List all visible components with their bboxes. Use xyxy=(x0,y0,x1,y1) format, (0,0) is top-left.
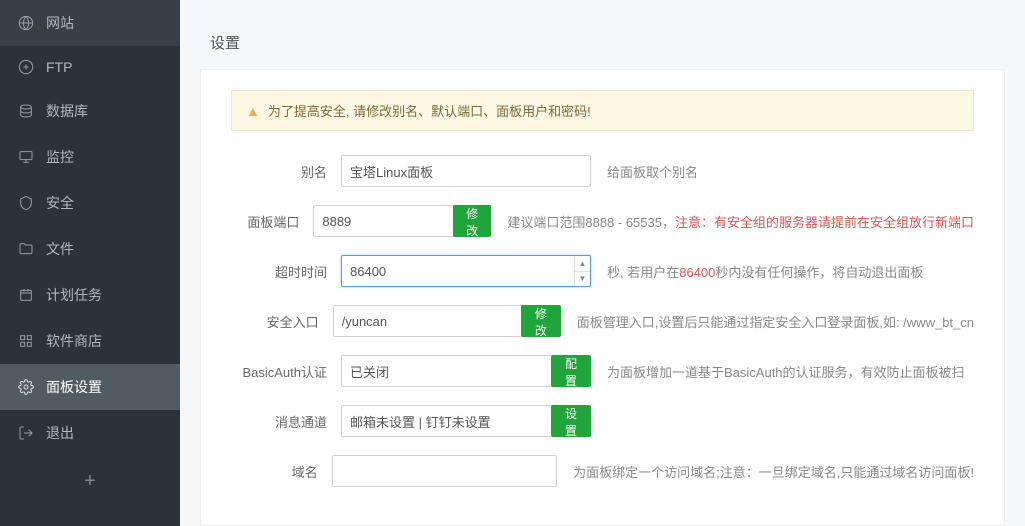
input-entry[interactable] xyxy=(333,305,523,337)
btn-entry-modify[interactable]: 修改 xyxy=(521,305,561,337)
input-basicauth[interactable] xyxy=(341,355,553,387)
sidebar-item-panel-settings[interactable]: 面板设置 xyxy=(0,364,180,410)
input-timeout[interactable] xyxy=(341,255,591,287)
row-timeout: 超时时间 ▲▼ 秒, 若用户在86400秒内没有任何操作，将自动退出面板 xyxy=(231,255,974,287)
alert-text: 为了提高安全, 请修改别名、默认端口、面板用户和密码! xyxy=(268,101,591,120)
warning-icon: ▲ xyxy=(246,103,260,119)
calendar-icon xyxy=(18,287,34,303)
sidebar-item-logout[interactable]: 退出 xyxy=(0,410,180,456)
input-msgchannel[interactable] xyxy=(341,405,553,437)
label-basicauth: BasicAuth认证 xyxy=(231,362,341,381)
folder-icon xyxy=(18,241,34,257)
label-port: 面板端口 xyxy=(231,212,313,231)
hint-entry: 面板管理入口,设置后只能通过指定安全入口登录面板,如: /www_bt_cn xyxy=(577,312,974,331)
row-basicauth: BasicAuth认证 配置 为面板增加一道基于BasicAuth的认证服务，有… xyxy=(231,355,974,387)
apps-icon xyxy=(18,333,34,349)
security-alert: ▲ 为了提高安全, 请修改别名、默认端口、面板用户和密码! xyxy=(231,90,974,131)
row-entry: 安全入口 修改 面板管理入口,设置后只能通过指定安全入口登录面板,如: /www… xyxy=(231,305,974,337)
label-domain: 域名 xyxy=(231,462,332,481)
hint-timeout: 秒, 若用户在86400秒内没有任何操作，将自动退出面板 xyxy=(607,262,923,281)
monitor-icon xyxy=(18,149,34,165)
sidebar-item-label: 文件 xyxy=(46,239,74,259)
btn-msgchannel-set[interactable]: 设置 xyxy=(551,405,591,437)
sidebar-item-files[interactable]: 文件 xyxy=(0,226,180,272)
sidebar: 网站 FTP 数据库 监控 安全 文件 计划任务 软件商店 xyxy=(0,0,180,526)
spinner-up-icon: ▲ xyxy=(575,256,590,272)
logout-icon xyxy=(18,425,34,441)
settings-box: ▲ 为了提高安全, 请修改别名、默认端口、面板用户和密码! 别名 给面板取个别名… xyxy=(200,69,1005,526)
ftp-icon xyxy=(18,59,34,75)
label-alias: 别名 xyxy=(231,162,341,181)
label-timeout: 超时时间 xyxy=(231,262,341,281)
top-toggles-row xyxy=(200,0,1005,14)
input-domain[interactable] xyxy=(332,455,558,487)
btn-port-modify[interactable]: 修改 xyxy=(453,205,492,237)
sidebar-item-cron[interactable]: 计划任务 xyxy=(0,272,180,318)
settings-icon xyxy=(18,379,34,395)
section-title: 设置 xyxy=(200,14,1005,69)
sidebar-item-label: FTP xyxy=(46,59,72,75)
input-alias[interactable] xyxy=(341,155,591,187)
row-port: 面板端口 修改 建议端口范围8888 - 65535，注意：有安全组的服务器请提… xyxy=(231,205,974,237)
hint-domain: 为面板绑定一个访问域名;注意：一旦绑定域名,只能通过域名访问面板! xyxy=(573,462,974,481)
row-domain: 域名 为面板绑定一个访问域名;注意：一旦绑定域名,只能通过域名访问面板! xyxy=(231,455,974,487)
sidebar-item-database[interactable]: 数据库 xyxy=(0,88,180,134)
input-port[interactable] xyxy=(313,205,454,237)
sidebar-item-label: 网站 xyxy=(46,13,74,33)
sidebar-item-label: 面板设置 xyxy=(46,377,102,397)
sidebar-item-software[interactable]: 软件商店 xyxy=(0,318,180,364)
row-alias: 别名 给面板取个别名 xyxy=(231,155,974,187)
main-content: 设置 ▲ 为了提高安全, 请修改别名、默认端口、面板用户和密码! 别名 给面板取… xyxy=(180,0,1025,526)
sidebar-item-monitor[interactable]: 监控 xyxy=(0,134,180,180)
btn-basicauth-config[interactable]: 配置 xyxy=(551,355,591,387)
sidebar-item-security[interactable]: 安全 xyxy=(0,180,180,226)
sidebar-item-label: 安全 xyxy=(46,193,74,213)
hint-port: 建议端口范围8888 - 65535，注意：有安全组的服务器请提前在安全组放行新… xyxy=(507,212,974,231)
sidebar-item-label: 数据库 xyxy=(46,101,88,121)
hint-basicauth: 为面板增加一道基于BasicAuth的认证服务，有效防止面板被扫 xyxy=(607,362,965,381)
label-entry: 安全入口 xyxy=(231,312,333,331)
globe-icon xyxy=(18,15,34,31)
sidebar-item-label: 退出 xyxy=(46,423,74,443)
spinner-controls[interactable]: ▲▼ xyxy=(574,256,590,286)
sidebar-item-label: 计划任务 xyxy=(46,285,102,305)
sidebar-item-label: 监控 xyxy=(46,147,74,167)
row-msgchannel: 消息通道 设置 xyxy=(231,405,974,437)
shield-icon xyxy=(18,195,34,211)
sidebar-item-website[interactable]: 网站 xyxy=(0,0,180,46)
spinner-down-icon: ▼ xyxy=(575,272,590,287)
database-icon xyxy=(18,103,34,119)
sidebar-add[interactable]: + xyxy=(0,456,180,507)
sidebar-item-ftp[interactable]: FTP xyxy=(0,46,180,88)
label-msgchannel: 消息通道 xyxy=(231,412,341,431)
sidebar-item-label: 软件商店 xyxy=(46,331,102,351)
hint-alias: 给面板取个别名 xyxy=(607,162,698,181)
